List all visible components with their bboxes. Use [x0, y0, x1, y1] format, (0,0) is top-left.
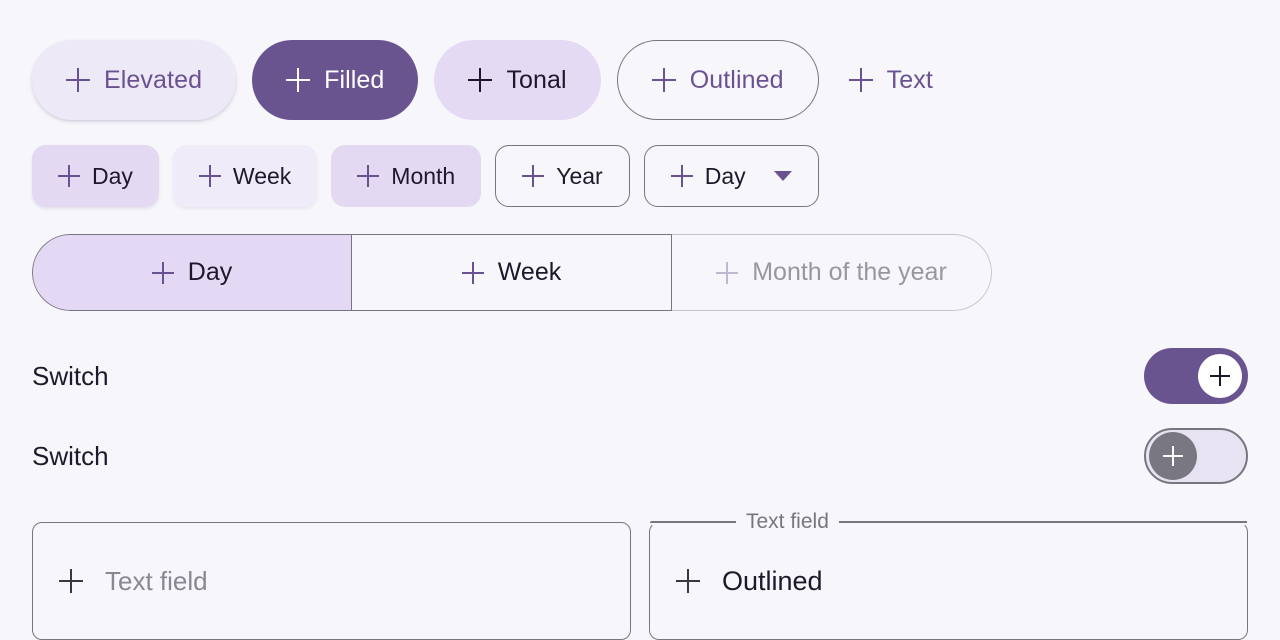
text-field-outlined-notch: Text field: [650, 511, 1247, 532]
text-field-outlined-value: Outlined: [722, 565, 823, 596]
plus-icon: [58, 165, 80, 187]
switch-label-on: Switch: [32, 360, 109, 391]
switch-toggle-off[interactable]: [1144, 428, 1248, 484]
plus-icon: [59, 569, 83, 593]
text-field-filled-placeholder: Text field: [105, 565, 208, 596]
text-field-filled[interactable]: Text field: [32, 522, 631, 640]
component-showcase-page: Elevated Filled Tonal Outlined Text Day …: [0, 0, 1280, 640]
switch-thumb: [1198, 354, 1242, 398]
filled-button-label: Filled: [324, 65, 385, 94]
elevated-button[interactable]: Elevated: [32, 40, 237, 120]
plus-icon: [66, 68, 90, 92]
switch-toggle-on[interactable]: [1144, 348, 1248, 404]
segment-month-of-the-year: Month of the year: [672, 234, 992, 311]
segment-day-label: Day: [187, 258, 233, 286]
chip-button-day-dropdown-label: Day: [704, 162, 746, 189]
plus-icon: [468, 68, 493, 92]
switch-thumb: [1149, 432, 1197, 480]
text-button-label: Text: [886, 65, 933, 94]
chip-button-month[interactable]: Month: [331, 145, 482, 207]
segment-day[interactable]: Day: [32, 234, 352, 311]
switch-row-off: Switch: [32, 428, 1248, 484]
plus-icon: [151, 261, 174, 284]
segmented-button-group: Day Week Month of the year: [32, 234, 992, 311]
plus-icon: [676, 569, 700, 593]
tonal-button[interactable]: Tonal: [434, 40, 601, 120]
plus-icon: [670, 165, 693, 187]
text-field-outlined-label: Text field: [746, 509, 829, 533]
chip-button-year-label: Year: [556, 162, 603, 189]
chip-button-week[interactable]: Week: [172, 145, 318, 207]
text-button[interactable]: Text: [835, 40, 947, 120]
chip-buttons-row: Day Week Month Year Day: [32, 145, 819, 207]
outlined-button[interactable]: Outlined: [616, 40, 819, 120]
plus-icon: [522, 165, 545, 187]
plus-icon: [1210, 366, 1230, 386]
segment-week[interactable]: Week: [352, 234, 672, 311]
switch-row-on: Switch: [32, 348, 1248, 404]
chip-button-day-label: Day: [92, 162, 133, 189]
caret-down-icon[interactable]: [773, 171, 792, 181]
filled-button[interactable]: Filled: [252, 40, 419, 120]
outlined-button-label: Outlined: [689, 65, 784, 94]
plus-icon: [286, 68, 311, 92]
plus-icon: [198, 165, 221, 187]
plus-icon: [461, 261, 484, 284]
plus-icon: [716, 261, 739, 284]
chip-button-day[interactable]: Day: [32, 145, 159, 207]
text-field-outlined[interactable]: Text field Outlined: [649, 511, 1248, 640]
plus-icon: [848, 68, 873, 92]
plus-icon: [357, 165, 380, 187]
chip-button-month-label: Month: [391, 162, 456, 189]
elevated-button-label: Elevated: [104, 65, 203, 94]
tonal-button-label: Tonal: [506, 65, 567, 94]
common-buttons-row: Elevated Filled Tonal Outlined Text: [32, 40, 947, 120]
text-fields-row: Text field Text field Outlined: [32, 511, 1248, 640]
chip-button-week-label: Week: [232, 162, 292, 189]
chip-button-day-dropdown[interactable]: Day: [643, 145, 819, 207]
notch-right-segment: [838, 521, 1247, 523]
segment-month-of-the-year-label: Month of the year: [752, 258, 947, 286]
plus-icon: [1163, 446, 1183, 466]
chip-button-year[interactable]: Year: [495, 145, 630, 207]
notch-left-segment: [650, 521, 736, 523]
plus-icon: [651, 68, 676, 92]
segment-week-label: Week: [497, 258, 562, 286]
switch-label-off: Switch: [32, 440, 109, 471]
